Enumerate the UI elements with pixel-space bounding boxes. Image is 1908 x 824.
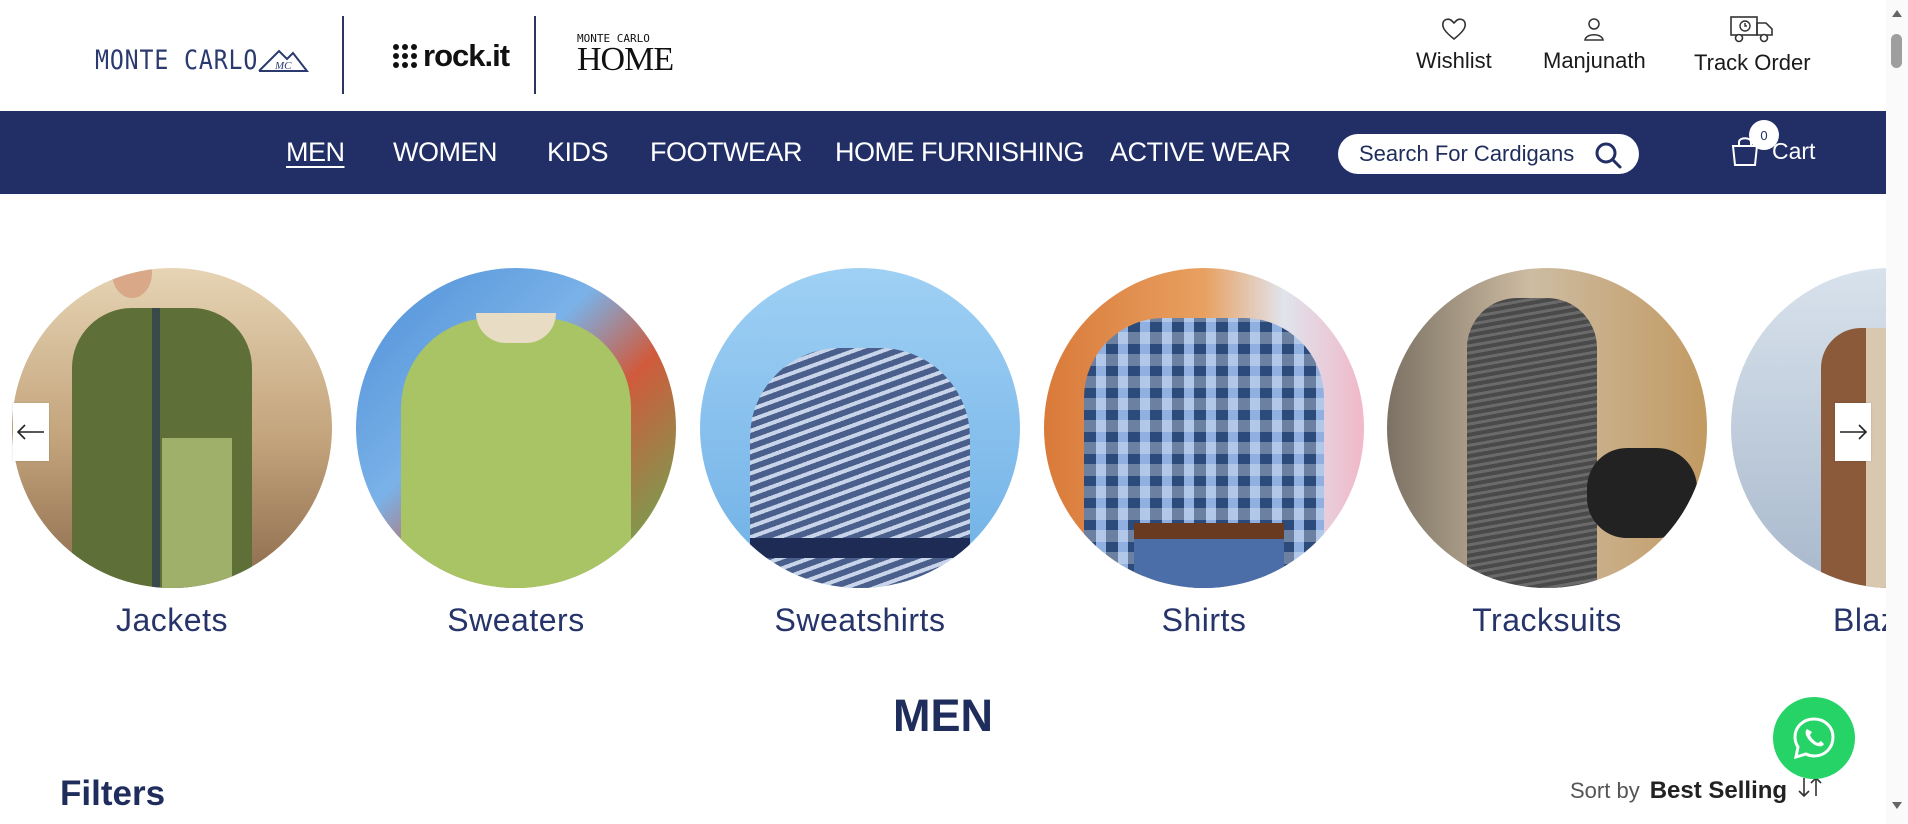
page-title: MEN bbox=[893, 690, 993, 741]
sort-value: Best Selling bbox=[1649, 777, 1788, 804]
whatsapp-icon bbox=[1793, 717, 1835, 760]
arrow-right-icon bbox=[1840, 424, 1868, 440]
truck-icon bbox=[1730, 16, 1774, 43]
search-icon[interactable] bbox=[1593, 140, 1623, 170]
account-link[interactable]: Manjunath bbox=[1543, 16, 1646, 74]
track-order-label: Track Order bbox=[1694, 50, 1811, 75]
carousel-prev-button[interactable] bbox=[13, 403, 49, 461]
account-label: Manjunath bbox=[1543, 48, 1646, 73]
nav-item-women[interactable]: WOMEN bbox=[393, 137, 497, 168]
home-logo-big-text: HOME bbox=[577, 41, 674, 78]
wishlist-label: Wishlist bbox=[1416, 48, 1492, 73]
category-name: Blazers bbox=[1833, 602, 1886, 638]
search-input[interactable]: Search For Cardigans bbox=[1338, 134, 1639, 174]
category-image bbox=[356, 268, 676, 588]
category-name: Sweaters bbox=[447, 602, 585, 638]
category-name: Sweatshirts bbox=[774, 602, 946, 638]
scroll-up-icon[interactable] bbox=[1892, 10, 1902, 17]
monte-carlo-home-logo[interactable]: MONTE CARLO HOME bbox=[577, 32, 674, 78]
track-order-link[interactable]: Track Order bbox=[1694, 14, 1811, 76]
wishlist-link[interactable]: Wishlist bbox=[1416, 16, 1492, 74]
mc-mark-text: MC bbox=[274, 60, 292, 72]
heart-icon bbox=[1441, 18, 1466, 41]
category-carousel: Jackets Sweaters Sweatshirts Shirts Trac… bbox=[0, 194, 1886, 664]
nav-item-men[interactable]: MEN bbox=[286, 137, 345, 168]
category-name: Shirts bbox=[1161, 602, 1247, 638]
nav-item-home-furnishing[interactable]: HOME FURNISHING bbox=[835, 137, 1085, 168]
cart-label: Cart bbox=[1772, 137, 1816, 164]
filters-heading[interactable]: Filters bbox=[60, 774, 165, 814]
nav-item-kids[interactable]: KIDS bbox=[547, 137, 609, 168]
page-scrollbar[interactable] bbox=[1886, 0, 1908, 824]
logo-divider bbox=[342, 16, 344, 94]
whatsapp-chat-button[interactable] bbox=[1773, 697, 1855, 779]
category-image bbox=[700, 268, 1020, 588]
monte-carlo-wordmark: MONTE CARLO bbox=[95, 44, 259, 76]
top-header: MONTE CARLO MC rock.it MONTE CARLO HOME … bbox=[0, 0, 1886, 110]
category-image bbox=[1044, 268, 1364, 588]
category-name: Tracksuits bbox=[1472, 602, 1622, 638]
scrollbar-thumb[interactable] bbox=[1891, 34, 1902, 68]
arrow-left-icon bbox=[16, 424, 44, 440]
carousel-next-button[interactable] bbox=[1835, 403, 1871, 461]
nav-item-footwear[interactable]: FOOTWEAR bbox=[650, 137, 803, 168]
cart-count-badge: 0 bbox=[1749, 120, 1779, 150]
user-icon bbox=[1584, 18, 1605, 41]
sort-control[interactable]: Sort by Best Selling bbox=[1570, 776, 1823, 805]
rockit-wordmark: rock.it bbox=[423, 38, 510, 73]
monte-carlo-logo[interactable]: MONTE CARLO MC bbox=[95, 40, 309, 80]
category-name: Jackets bbox=[116, 602, 228, 638]
logo-divider bbox=[534, 16, 536, 94]
category-image bbox=[1387, 268, 1707, 588]
monte-carlo-mountain-icon: MC bbox=[258, 49, 309, 72]
scroll-down-icon[interactable] bbox=[1892, 802, 1902, 809]
category-image bbox=[12, 268, 332, 588]
rockit-dots-icon bbox=[393, 44, 417, 68]
sort-label: Sort by bbox=[1570, 778, 1640, 803]
nav-item-active-wear[interactable]: ACTIVE WEAR bbox=[1110, 137, 1291, 168]
search-placeholder: Search For Cardigans bbox=[1359, 141, 1575, 166]
sort-arrows-icon bbox=[1798, 776, 1822, 798]
rockit-logo[interactable]: rock.it bbox=[393, 38, 510, 74]
